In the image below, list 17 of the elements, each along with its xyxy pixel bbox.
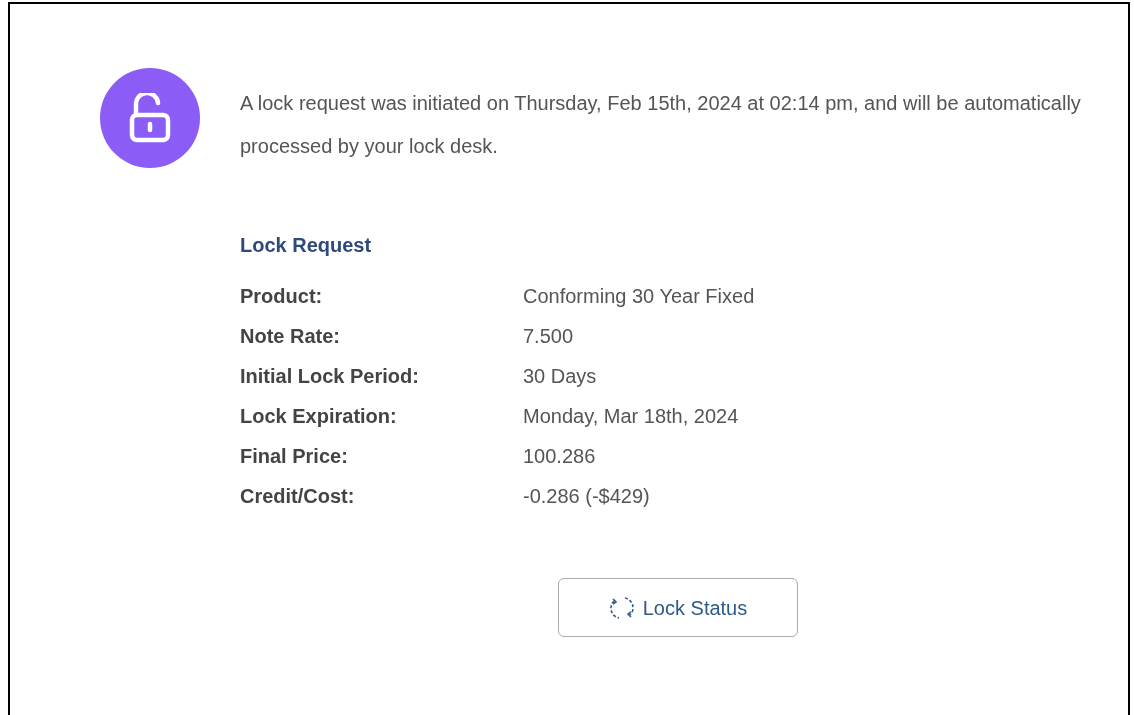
detail-label: Final Price: bbox=[240, 444, 349, 469]
refresh-icon bbox=[608, 594, 635, 621]
detail-value: Conforming 30 Year Fixed bbox=[523, 284, 755, 309]
lock-request-message: A lock request was initiated on Thursday, Feb 15th, 2024 at 02:14 pm, and will be automatically processed by your lock desk. bbox=[240, 91, 1082, 159]
detail-value: Monday, Mar 18th, 2024 bbox=[523, 404, 739, 429]
detail-value: 7.500 bbox=[523, 324, 574, 349]
detail-value: 100.286 bbox=[523, 444, 596, 469]
detail-value: -0.286 (-$429) bbox=[523, 484, 650, 509]
unlocked-padlock-icon bbox=[128, 93, 172, 143]
section-title: Lock Request bbox=[240, 233, 373, 258]
lock-status-button[interactable]: Lock Status bbox=[558, 578, 798, 637]
detail-label: Product: bbox=[240, 284, 324, 309]
detail-value: 30 Days bbox=[523, 364, 597, 389]
detail-label: Lock Expiration: bbox=[240, 404, 398, 429]
detail-label: Credit/Cost: bbox=[240, 484, 356, 509]
detail-label: Initial Lock Period: bbox=[240, 364, 420, 389]
detail-label: Note Rate: bbox=[240, 324, 341, 349]
